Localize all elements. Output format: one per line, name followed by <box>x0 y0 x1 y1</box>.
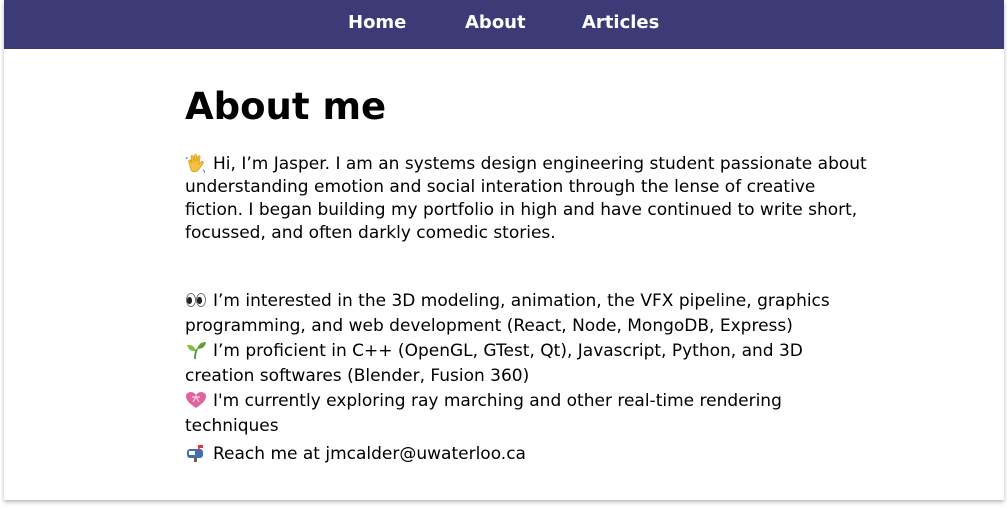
facts-list: I’m interested in the 3D modeling, anima… <box>185 289 875 467</box>
fact-text: I'm currently exploring ray marching and… <box>185 391 782 436</box>
top-navbar: Home About Articles <box>4 0 1004 49</box>
nav-link-home[interactable]: Home <box>348 12 406 34</box>
mailbox-icon <box>185 444 209 462</box>
contact-prefix: Reach me at <box>213 444 326 464</box>
list-item: I’m interested in the 3D modeling, anima… <box>185 289 875 339</box>
heart-ribbon-icon <box>185 391 209 409</box>
intro-paragraph: Hi, I’m Jasper. I am an systems design e… <box>185 153 875 245</box>
fact-text: I’m proficient in C++ (OpenGL, GTest, Qt… <box>185 341 803 386</box>
email-link[interactable]: jmcalder@uwaterloo.ca <box>325 444 526 464</box>
list-item: I'm currently exploring ray marching and… <box>185 389 875 439</box>
page-card: Home About Articles About me Hi, I’m Jas… <box>4 0 1004 500</box>
intro-text: Hi, I’m Jasper. I am an systems design e… <box>185 154 867 243</box>
fact-text: I’m interested in the 3D modeling, anima… <box>185 291 830 336</box>
waving-hand-icon <box>185 154 209 174</box>
seedling-icon <box>185 341 209 359</box>
contact-item: Reach me at jmcalder@uwaterloo.ca <box>185 442 875 467</box>
list-item: I’m proficient in C++ (OpenGL, GTest, Qt… <box>185 339 875 389</box>
nav-link-articles[interactable]: Articles <box>582 12 659 34</box>
nav-link-about[interactable]: About <box>465 12 526 34</box>
about-content: About me Hi, I’m Jasper. I am an systems… <box>185 85 875 467</box>
eyes-icon <box>185 291 209 309</box>
page-title: About me <box>185 85 387 128</box>
